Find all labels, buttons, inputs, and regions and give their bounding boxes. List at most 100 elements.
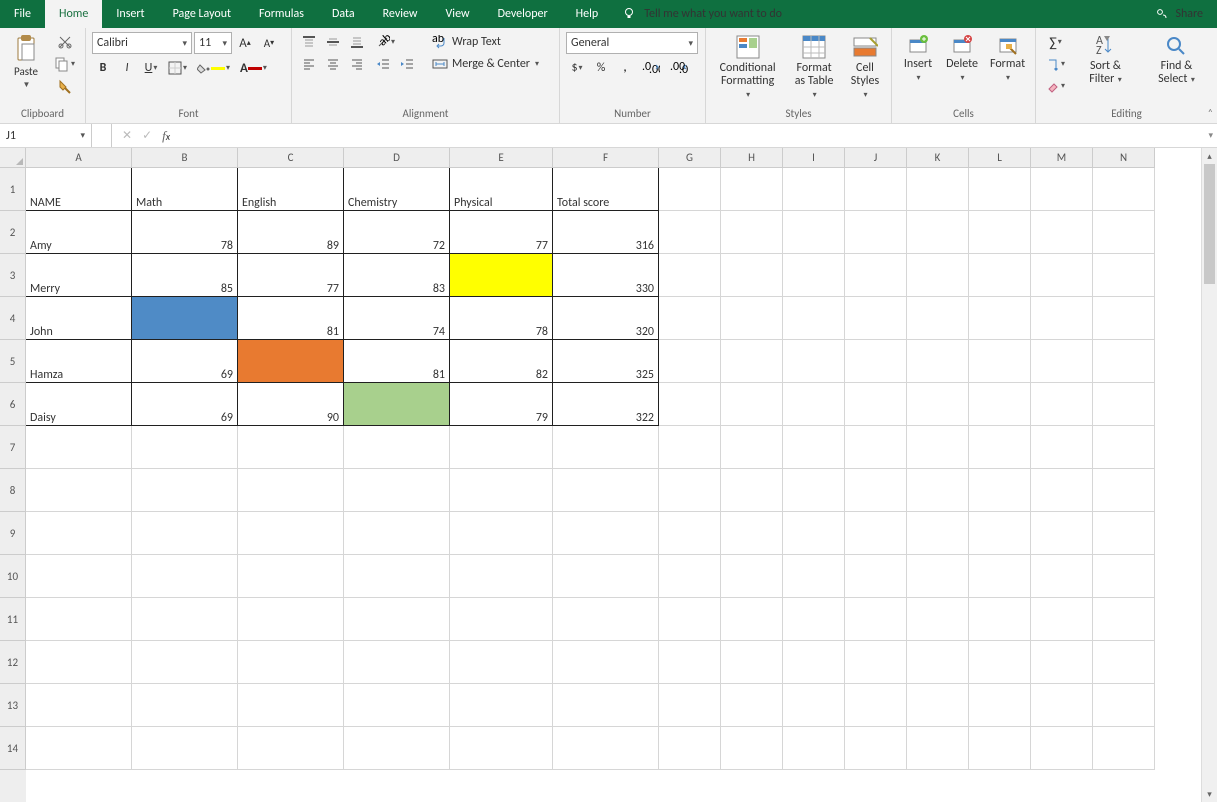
cell-K10[interactable] [907, 555, 969, 598]
cell-D6[interactable] [344, 383, 450, 426]
cell-I7[interactable] [783, 426, 845, 469]
cell-M9[interactable] [1031, 512, 1093, 555]
cell-F8[interactable] [553, 469, 659, 512]
cell-E10[interactable] [450, 555, 553, 598]
cell-H13[interactable] [721, 684, 783, 727]
cell-A14[interactable] [26, 727, 132, 770]
underline-button[interactable]: U▾ [140, 58, 162, 78]
wrap-text-button[interactable]: abWrap Text [428, 32, 543, 52]
paste-button[interactable]: Paste ▼ [6, 32, 46, 105]
cell-F4[interactable]: 320 [553, 297, 659, 340]
formula-bar-expand[interactable]: ▾ [1208, 130, 1213, 141]
cell-H4[interactable] [721, 297, 783, 340]
row-header-8[interactable]: 8 [0, 469, 26, 512]
cell-A7[interactable] [26, 426, 132, 469]
conditional-formatting-button[interactable]: Conditional Formatting ▾ [712, 32, 783, 105]
cell-A11[interactable] [26, 598, 132, 641]
cut-button[interactable] [50, 32, 79, 52]
column-header-I[interactable]: I [783, 148, 845, 168]
cell-K12[interactable] [907, 641, 969, 684]
cell-A1[interactable]: NAME [26, 168, 132, 211]
cell-C12[interactable] [238, 641, 344, 684]
cell-K3[interactable] [907, 254, 969, 297]
cell-L7[interactable] [969, 426, 1031, 469]
tab-developer[interactable]: Developer [484, 0, 562, 28]
cell-F1[interactable]: Total score [553, 168, 659, 211]
cell-E6[interactable]: 79 [450, 383, 553, 426]
cell-styles-button[interactable]: Cell Styles ▾ [845, 32, 885, 105]
cell-C11[interactable] [238, 598, 344, 641]
cell-A6[interactable]: Daisy [26, 383, 132, 426]
cell-J13[interactable] [845, 684, 907, 727]
cell-F2[interactable]: 316 [553, 211, 659, 254]
cell-N9[interactable] [1093, 512, 1155, 555]
cell-J12[interactable] [845, 641, 907, 684]
cell-L6[interactable] [969, 383, 1031, 426]
cell-D9[interactable] [344, 512, 450, 555]
cell-B14[interactable] [132, 727, 238, 770]
tab-formulas[interactable]: Formulas [245, 0, 318, 28]
cell-M3[interactable] [1031, 254, 1093, 297]
cell-I4[interactable] [783, 297, 845, 340]
cell-M5[interactable] [1031, 340, 1093, 383]
cell-E11[interactable] [450, 598, 553, 641]
increase-decimal-button[interactable]: .0.00 [638, 58, 664, 78]
cell-H12[interactable] [721, 641, 783, 684]
cell-M12[interactable] [1031, 641, 1093, 684]
column-header-H[interactable]: H [721, 148, 783, 168]
cell-G14[interactable] [659, 727, 721, 770]
cell-B7[interactable] [132, 426, 238, 469]
cell-J3[interactable] [845, 254, 907, 297]
cell-K1[interactable] [907, 168, 969, 211]
cell-J10[interactable] [845, 555, 907, 598]
cell-H5[interactable] [721, 340, 783, 383]
cell-K4[interactable] [907, 297, 969, 340]
cell-C8[interactable] [238, 469, 344, 512]
cell-A13[interactable] [26, 684, 132, 727]
cell-N4[interactable] [1093, 297, 1155, 340]
tab-insert[interactable]: Insert [102, 0, 158, 28]
cell-K14[interactable] [907, 727, 969, 770]
cell-K5[interactable] [907, 340, 969, 383]
cell-N11[interactable] [1093, 598, 1155, 641]
cell-F9[interactable] [553, 512, 659, 555]
cell-M14[interactable] [1031, 727, 1093, 770]
bold-button[interactable]: B [92, 58, 114, 78]
cell-E5[interactable]: 82 [450, 340, 553, 383]
cell-G3[interactable] [659, 254, 721, 297]
column-header-A[interactable]: A [26, 148, 132, 168]
cell-B13[interactable] [132, 684, 238, 727]
row-header-7[interactable]: 7 [0, 426, 26, 469]
cell-A9[interactable] [26, 512, 132, 555]
column-header-D[interactable]: D [344, 148, 450, 168]
column-header-E[interactable]: E [450, 148, 553, 168]
clear-button[interactable]: ▾ [1042, 76, 1069, 96]
cell-M4[interactable] [1031, 297, 1093, 340]
cell-J9[interactable] [845, 512, 907, 555]
increase-font-button[interactable]: A▴ [234, 33, 256, 53]
row-header-5[interactable]: 5 [0, 340, 26, 383]
cell-A2[interactable]: Amy [26, 211, 132, 254]
cell-A4[interactable]: John [26, 297, 132, 340]
accounting-format-button[interactable]: $▾ [566, 58, 588, 78]
fill-color-button[interactable]: ▾ [193, 58, 234, 78]
tab-help[interactable]: Help [562, 0, 613, 28]
cell-F13[interactable] [553, 684, 659, 727]
fill-button[interactable]: ▾ [1042, 54, 1069, 74]
column-header-G[interactable]: G [659, 148, 721, 168]
borders-button[interactable]: ▾ [164, 58, 191, 78]
align-center-button[interactable] [322, 54, 344, 74]
cell-D7[interactable] [344, 426, 450, 469]
cell-A10[interactable] [26, 555, 132, 598]
cell-L10[interactable] [969, 555, 1031, 598]
comma-format-button[interactable]: , [614, 58, 636, 78]
worksheet-grid[interactable]: 1234567891011121314 ABCDEFGHIJKLMN NAMEM… [0, 148, 1217, 802]
cell-G10[interactable] [659, 555, 721, 598]
cell-B4[interactable] [132, 297, 238, 340]
cell-F7[interactable] [553, 426, 659, 469]
align-left-button[interactable] [298, 54, 320, 74]
cell-L1[interactable] [969, 168, 1031, 211]
column-header-N[interactable]: N [1093, 148, 1155, 168]
align-middle-button[interactable] [322, 32, 344, 52]
format-cells-button[interactable]: Format▾ [986, 32, 1029, 105]
